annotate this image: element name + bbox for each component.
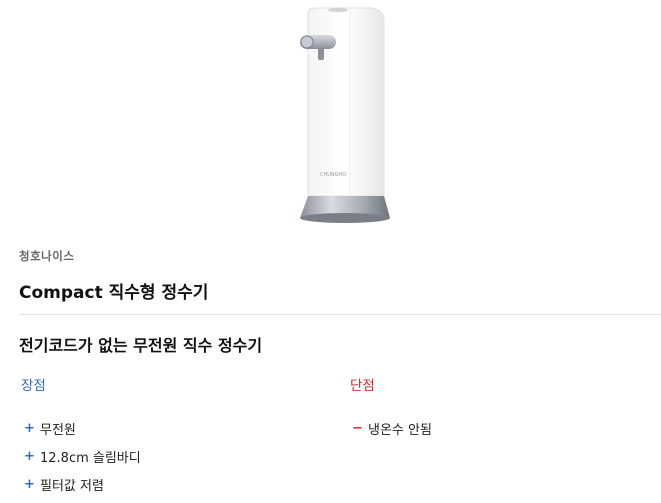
list-item: + 무전원 bbox=[24, 414, 141, 442]
brand-name: 청호나이스 bbox=[19, 249, 75, 263]
cons-list: − 냉온수 안됨 bbox=[352, 414, 432, 442]
list-item: + 12.8cm 슬림바디 bbox=[24, 442, 141, 470]
product-headline: 전기코드가 없는 무전원 직수 정수기 bbox=[19, 336, 263, 355]
plus-icon: + bbox=[24, 420, 35, 436]
pros-heading: 장점 bbox=[21, 378, 46, 394]
divider bbox=[19, 314, 661, 315]
minus-icon: − bbox=[352, 420, 363, 436]
pros-item-label: 12.8cm 슬림바디 bbox=[40, 450, 141, 466]
cons-heading: 단점 bbox=[350, 378, 375, 394]
product-title: Compact 직수형 정수기 bbox=[19, 283, 209, 303]
list-item: + 필터값 저렴 bbox=[24, 470, 141, 498]
product-logo-text: CHUNGHO bbox=[320, 172, 346, 178]
list-item: − 냉온수 안됨 bbox=[352, 414, 432, 442]
pros-item-label: 필터값 저렴 bbox=[40, 478, 104, 494]
cons-item-label: 냉온수 안됨 bbox=[368, 422, 432, 438]
plus-icon: + bbox=[24, 476, 35, 492]
pros-item-label: 무전원 bbox=[40, 422, 76, 438]
plus-icon: + bbox=[24, 448, 35, 464]
pros-list: + 무전원 + 12.8cm 슬림바디 + 필터값 저렴 bbox=[24, 414, 141, 498]
water-purifier-image: CHUNGHO bbox=[300, 7, 390, 223]
